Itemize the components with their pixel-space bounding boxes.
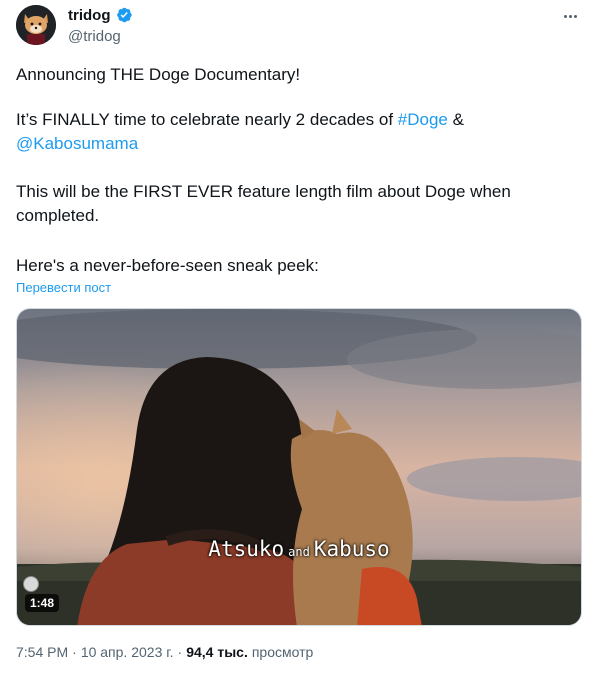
tweet-line-2: It’s FINALLY time to celebrate nearly 2 …	[16, 108, 464, 156]
author-display-name[interactable]: tridog	[68, 7, 111, 24]
view-count-label: просмотр	[251, 644, 314, 660]
translate-post-link[interactable]: Перевести пост	[16, 280, 111, 295]
meta-separator: ·	[72, 644, 77, 660]
tweet-line-2-amp: &	[447, 110, 464, 129]
avatar[interactable]	[16, 5, 56, 45]
tweet: tridog @tridog Announcing THE Doge Docum…	[0, 0, 598, 679]
more-options-icon[interactable]	[560, 6, 580, 26]
video-thumbnail	[17, 309, 581, 625]
view-count: 94,4 тыс.	[186, 644, 248, 660]
subtitle-right: Kabuso	[313, 537, 390, 561]
tweet-line-4: Here's a never-before-seen sneak peek:	[16, 256, 319, 275]
mention-link[interactable]: @Kabosumama	[16, 134, 138, 153]
video-player[interactable]: Atsuko and Kabuso 1:48	[16, 308, 582, 626]
video-duration-badge: 1:48	[25, 594, 60, 612]
subtitle-left: Atsuko	[208, 537, 285, 561]
meta-separator: ·	[177, 644, 183, 660]
video-progress-handle[interactable]	[23, 576, 39, 592]
tweet-date[interactable]: 10 апр. 2023 г.	[81, 644, 174, 660]
tweet-meta: 7:54 PM · 10 апр. 2023 г. · 94,4 тыс. пр…	[16, 644, 313, 660]
tweet-line-1: Announcing THE Doge Documentary!	[16, 65, 301, 84]
tweet-line-2-text: It’s FINALLY time to celebrate nearly 2 …	[16, 110, 398, 129]
subtitle-mid: and	[288, 545, 310, 559]
shiba-avatar-icon	[16, 5, 56, 45]
author-name-row[interactable]: tridog	[68, 6, 133, 24]
author-handle[interactable]: @tridog	[68, 28, 121, 45]
video-subtitle: Atsuko and Kabuso	[17, 537, 581, 561]
tweet-line-3: This will be the FIRST EVER feature leng…	[16, 182, 511, 225]
hashtag-link[interactable]: #Doge	[398, 110, 448, 129]
tweet-time[interactable]: 7:54 PM	[16, 644, 68, 660]
verified-badge-icon	[116, 7, 132, 23]
